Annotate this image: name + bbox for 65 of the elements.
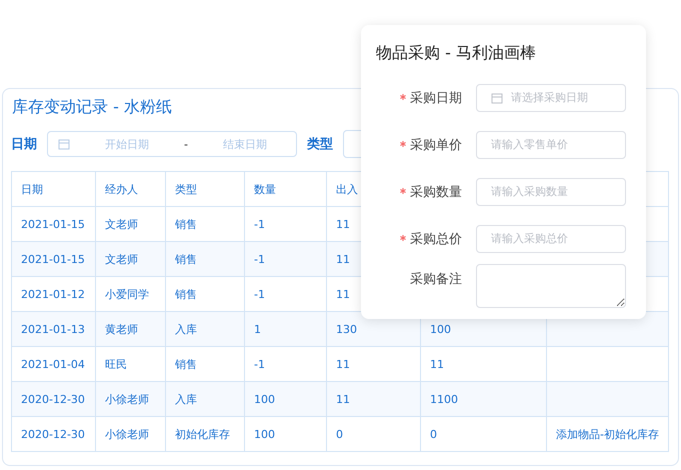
field-label: 采购数量 xyxy=(410,184,462,200)
date-label: 日期 xyxy=(11,136,37,153)
column-header: 经办人 xyxy=(105,182,138,196)
table-cell: 初始化库存 xyxy=(175,428,230,440)
table-cell: 小徐老师 xyxy=(105,428,149,440)
table-cell: 11 xyxy=(336,252,350,266)
table-cell: 黄老师 xyxy=(105,322,138,336)
input-field[interactable]: 请输入采购总价 xyxy=(476,224,626,252)
table-cell: 销售 xyxy=(175,218,197,230)
date-range-field[interactable]: 开始日期 - 结束日期 xyxy=(47,131,297,157)
table-cell: -1 xyxy=(254,358,265,370)
table-cell: 销售 xyxy=(175,358,197,370)
table-cell: 2020-12-30 xyxy=(21,428,85,440)
column-header: 数量 xyxy=(254,182,276,196)
table-cell: 小爱同学 xyxy=(105,288,149,300)
table-cell: 130 xyxy=(336,322,357,336)
type-label: 类型 xyxy=(307,136,333,153)
required-asterisk-icon xyxy=(400,94,406,100)
field-label: 采购日期 xyxy=(410,90,462,106)
table-cell: 11 xyxy=(336,358,350,370)
card-title: 库存变动记录 - 水粉纸 xyxy=(12,97,172,118)
field-label: 采购总价 xyxy=(410,232,462,246)
table-cell: 100 xyxy=(254,428,275,440)
table-cell: 入库 xyxy=(175,392,197,406)
table-cell: 2021-01-15 xyxy=(21,252,85,266)
table-cell: 入库 xyxy=(175,322,197,336)
calendar-icon xyxy=(491,92,503,104)
table-cell: 11 xyxy=(336,392,350,406)
field-label: 采购单价 xyxy=(410,138,462,152)
table-cell: 小徐老师 xyxy=(105,392,149,406)
column-header: 类型 xyxy=(175,182,197,196)
dialog-title: 物品采购 - 马利油画棒 xyxy=(376,43,537,64)
table-cell: 2021-01-12 xyxy=(21,288,85,300)
field-label: 采购备注 xyxy=(410,272,462,287)
input-field[interactable]: 请输入零售单价 xyxy=(476,130,626,158)
table-cell: 11 xyxy=(336,218,350,230)
table-cell: 0 xyxy=(336,428,343,440)
table-cell: 文老师 xyxy=(105,218,138,230)
text-area[interactable] xyxy=(476,264,626,308)
table-cell: 1 xyxy=(254,322,261,336)
column-header: 出入 xyxy=(336,182,358,196)
table-cell: 2021-01-15 xyxy=(21,218,85,230)
table-cell: 11 xyxy=(336,288,350,300)
required-asterisk-icon xyxy=(400,188,406,194)
table-cell: 文老师 xyxy=(105,252,138,266)
table-cell: 旺民 xyxy=(105,358,127,370)
table-cell: 添加物品-初始化库存 xyxy=(556,428,659,440)
table-cell: 100 xyxy=(254,392,275,406)
table-cell: 销售 xyxy=(175,252,197,266)
table-cell: -1 xyxy=(254,252,265,266)
table-cell: -1 xyxy=(254,218,265,230)
table-cell: 11 xyxy=(430,358,444,370)
column-header: 日期 xyxy=(21,182,43,196)
table-cell: 销售 xyxy=(175,288,197,300)
table-cell: 2020-12-30 xyxy=(21,392,85,406)
input-field[interactable]: 请输入采购数量 xyxy=(476,178,626,206)
table-cell: 1100 xyxy=(430,392,458,406)
table-cell: 100 xyxy=(430,322,451,336)
calendar-icon xyxy=(58,138,70,150)
table-cell: -1 xyxy=(254,288,265,300)
required-asterisk-icon xyxy=(400,234,406,240)
table-cell: 2021-01-13 xyxy=(21,322,85,336)
table-cell: 2021-01-04 xyxy=(21,358,85,370)
table-cell: 0 xyxy=(430,428,437,440)
required-asterisk-icon xyxy=(400,140,406,146)
